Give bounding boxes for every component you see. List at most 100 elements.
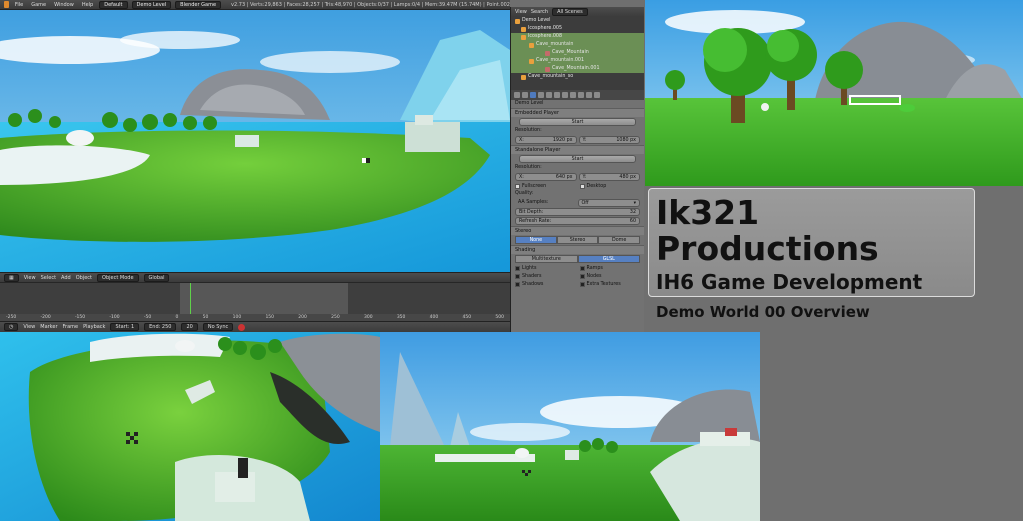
engine-selector[interactable]: Blender Game: [175, 0, 222, 9]
title-card: Ik321 Productions IH6 Game Development D…: [648, 188, 975, 321]
material-tab-icon[interactable]: [578, 92, 584, 98]
embedded-player-section[interactable]: Embedded Player: [511, 108, 644, 117]
outliner-row[interactable]: Icosphere.008: [511, 33, 644, 41]
shading-section[interactable]: Shading: [511, 245, 644, 254]
shadows-checkbox[interactable]: Shadows: [515, 280, 576, 288]
data-tab-icon[interactable]: [570, 92, 576, 98]
timeline-editor-icon[interactable]: ◷: [4, 323, 19, 331]
end-frame-field[interactable]: End: 250: [144, 323, 177, 331]
timeline-frame-range: [180, 283, 348, 314]
refresh-rate-field[interactable]: Refresh Rate: 60: [515, 217, 640, 225]
timeline-playhead[interactable]: [190, 283, 191, 314]
aa-samples-label: AA Samples:: [518, 200, 549, 205]
menu-frame[interactable]: Frame: [63, 324, 79, 330]
blender-logo-icon[interactable]: [4, 1, 9, 8]
world-tab-icon[interactable]: [538, 92, 544, 98]
stereo-section[interactable]: Stereo: [511, 226, 644, 235]
embedded-res-y[interactable]: Y: 1080 px: [578, 136, 640, 144]
menu-playback[interactable]: Playback: [83, 324, 105, 330]
outliner-row[interactable]: Cave_mountain.001: [511, 57, 644, 65]
ramps-checkbox[interactable]: Ramps: [579, 264, 641, 272]
menu-outliner-view[interactable]: View: [515, 9, 527, 15]
extra-textures-checkbox[interactable]: Extra Textures: [579, 280, 641, 288]
aa-samples-select[interactable]: Off ▾: [577, 199, 640, 207]
stereo-none-button[interactable]: None: [515, 236, 557, 244]
physics-tab-icon[interactable]: [594, 92, 600, 98]
outliner-row[interactable]: Cave_Mountain: [511, 49, 644, 57]
mesh-icon: [521, 34, 526, 40]
standalone-res-x[interactable]: X: 640 px: [515, 173, 577, 181]
menu-select[interactable]: Select: [41, 275, 56, 281]
viewport-render: [0, 10, 510, 272]
outliner-row[interactable]: Icosphere.005: [511, 25, 644, 33]
mesh-icon: [529, 58, 534, 64]
scene-selector[interactable]: Demo Level: [131, 0, 172, 9]
glsl-button[interactable]: GLSL: [577, 255, 640, 263]
bit-depth-field[interactable]: Bit Depth: 32: [515, 208, 640, 216]
object-tab-icon[interactable]: [546, 92, 552, 98]
title-studio: Ik321 Productions: [656, 193, 879, 268]
nodes-checkbox[interactable]: Nodes: [579, 272, 641, 280]
menu-game[interactable]: Game: [29, 2, 48, 8]
menu-object[interactable]: Object: [76, 275, 92, 281]
sync-selector[interactable]: No Sync: [202, 323, 234, 331]
title-subtitle: Demo World 00 Overview: [656, 303, 870, 321]
properties-tabs: [511, 90, 644, 100]
lights-checkbox[interactable]: Lights: [515, 264, 576, 272]
menu-outliner-search[interactable]: Search: [531, 9, 548, 15]
shaders-checkbox[interactable]: Shaders: [515, 272, 576, 280]
menu-add[interactable]: Add: [61, 275, 71, 281]
standalone-start-button[interactable]: Start: [519, 155, 636, 163]
transform-orientation[interactable]: Global: [143, 273, 170, 282]
title-project: IH6 Game Development: [656, 270, 923, 294]
timeline-footer: ◷ View Marker Frame Playback Start: 1 En…: [0, 321, 510, 332]
multitexture-button[interactable]: Multitexture: [515, 255, 578, 263]
timeline-ruler: -250 -200 -150 -100 -50 0 50 100 150 200 250 300 …: [0, 314, 510, 321]
layout-selector[interactable]: Default: [99, 0, 128, 9]
record-icon[interactable]: [238, 323, 246, 331]
stereo-dome-button[interactable]: Dome: [598, 236, 641, 244]
outliner-header: View Search All Scenes: [511, 7, 644, 17]
scene-tab-icon[interactable]: [530, 92, 536, 98]
editor-type-icon[interactable]: ▦: [4, 273, 19, 282]
desktop-checkbox[interactable]: Desktop: [579, 182, 641, 190]
stereo-stereo-button[interactable]: Stereo: [556, 236, 599, 244]
viewport-header: ▦ View Select Add Object Object Mode Glo…: [0, 272, 510, 283]
properties-breadcrumb: Demo Level: [515, 101, 544, 106]
standalone-resolution-label: Resolution:: [515, 165, 542, 170]
render-tab-icon[interactable]: [514, 92, 520, 98]
properties-panel: Demo Level Embedded Player Start Resolut…: [510, 90, 644, 332]
render-ground-view: [380, 332, 760, 521]
embedded-res-x[interactable]: X: 1920 px: [515, 136, 577, 144]
render-forest-view: [645, 0, 1023, 186]
embedded-start-button[interactable]: Start: [519, 118, 636, 126]
menu-file[interactable]: File: [13, 2, 25, 8]
shading-options: Multitexture GLSL: [515, 255, 640, 263]
outliner-panel: View Search All Scenes Demo Level Icosph…: [510, 7, 644, 90]
layers-tab-icon[interactable]: [522, 92, 528, 98]
modifiers-tab-icon[interactable]: [562, 92, 568, 98]
menu-window[interactable]: Window: [52, 2, 76, 8]
mode-selector[interactable]: Object Mode: [97, 273, 139, 282]
fullscreen-checkbox[interactable]: Fullscreen: [515, 182, 576, 190]
menu-view[interactable]: View: [24, 275, 36, 281]
scene-stats: v2.73 | Verts:29,863 | Faces:28,257 | Tr…: [231, 1, 510, 8]
menu-marker[interactable]: Marker: [40, 324, 57, 330]
standalone-res-y[interactable]: Y: 480 px: [578, 173, 640, 181]
outliner-row[interactable]: Cave_mountain_so: [511, 73, 644, 81]
outliner-filter[interactable]: All Scenes: [552, 8, 588, 16]
outliner-row[interactable]: Demo Level: [511, 17, 644, 25]
menu-help[interactable]: Help: [80, 2, 95, 8]
scene-icon: [515, 18, 520, 24]
mesh-icon: [521, 74, 526, 80]
standalone-player-section[interactable]: Standalone Player: [511, 145, 644, 154]
constraints-tab-icon[interactable]: [554, 92, 560, 98]
current-frame-field[interactable]: 20: [181, 323, 198, 331]
menu-view-timeline[interactable]: View: [23, 324, 35, 330]
main-viewport[interactable]: [0, 10, 510, 272]
texture-tab-icon[interactable]: [586, 92, 592, 98]
mesh-icon: [529, 42, 534, 48]
outliner-row[interactable]: Cave_Mountain.001: [511, 65, 644, 73]
start-frame-field[interactable]: Start: 1: [110, 323, 140, 331]
outliner-row[interactable]: Cave_mountain: [511, 41, 644, 49]
